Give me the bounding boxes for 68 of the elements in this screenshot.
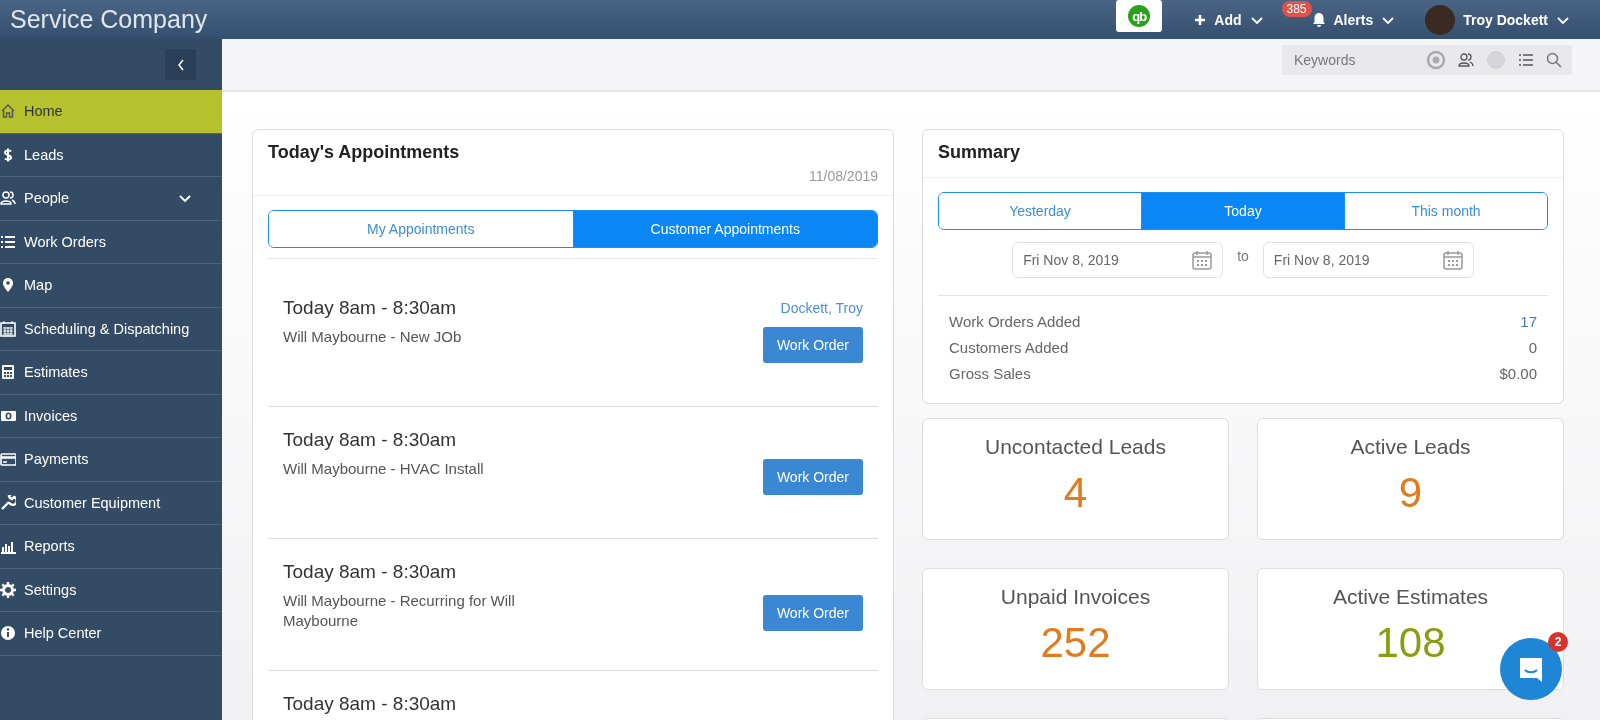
calendar-icon	[1442, 250, 1463, 270]
info-icon	[0, 625, 16, 642]
alerts-button[interactable]: Alerts	[1311, 11, 1396, 28]
range-separator: to	[1237, 247, 1249, 264]
list-icon[interactable]	[1518, 51, 1534, 68]
appointment-description: Will Maybourne - HVAC Install	[283, 459, 485, 479]
card-title: Today's Appointments	[268, 142, 461, 163]
chat-icon	[1518, 655, 1544, 683]
bell-icon	[1311, 12, 1326, 27]
add-button[interactable]: Add	[1194, 11, 1264, 28]
stat-label: Uncontacted Leads	[985, 435, 1166, 459]
chevron-left-icon	[175, 58, 186, 71]
avatar	[1425, 4, 1456, 35]
search-icon[interactable]	[1546, 51, 1562, 68]
sidebar-item[interactable]: Home	[0, 90, 222, 134]
plus-icon	[1194, 13, 1207, 26]
appointments-date: 11/08/2019	[807, 167, 878, 186]
calendar-icon	[0, 320, 16, 337]
alert-count-badge: 385	[1281, 0, 1312, 17]
people-icon[interactable]	[1458, 51, 1474, 68]
credit-card-icon	[0, 451, 16, 468]
radio-icon[interactable]	[1486, 49, 1506, 70]
logo-icon: qb	[1128, 5, 1151, 27]
people-icon	[0, 190, 16, 207]
date-field[interactable]: Fri Nov 8, 2019	[1262, 242, 1474, 278]
summary-value-link[interactable]: 17	[1520, 309, 1537, 335]
appointment-time: Today 8am - 8:30am	[283, 429, 458, 451]
stat-label: Active Leads	[1350, 435, 1471, 459]
stat-label: Active Estimates	[1332, 585, 1489, 609]
list-icon	[0, 233, 16, 250]
stat-card[interactable]: Unpaid Invoices 252	[922, 568, 1229, 690]
assignee-link[interactable]: Dockett, Troy	[780, 300, 863, 316]
summary-label: Customers Added	[949, 338, 1069, 358]
work-order-button[interactable]: Work Order	[762, 327, 863, 363]
summary-label: Gross Sales	[949, 364, 1031, 384]
stat-value: 9	[1398, 469, 1423, 517]
work-order-button[interactable]: Work Order	[762, 459, 863, 495]
stat-value: 4	[1063, 469, 1088, 517]
stat-card[interactable]: Active Leads 9	[1257, 418, 1564, 540]
appointment-description: Will Maybourne - New JOb	[283, 327, 463, 347]
summary-label: Work Orders Added	[949, 312, 1081, 332]
card-title: Summary	[938, 142, 1022, 163]
user-menu-button[interactable]: Troy Dockett	[1425, 4, 1570, 35]
period-tab[interactable]: This month	[1344, 193, 1547, 229]
radio-icon[interactable]	[1426, 49, 1446, 70]
summary-value: 0	[1528, 338, 1537, 358]
stat-label: Unpaid Invoices	[1000, 585, 1151, 609]
keyword-search-field[interactable]: Keywords	[1292, 50, 1414, 69]
appointments-tab[interactable]: Customer Appointments	[572, 211, 877, 247]
calendar-icon	[1192, 250, 1213, 270]
stat-card[interactable]: Uncontacted Leads 4	[922, 418, 1229, 540]
collapse-sidebar-button[interactable]	[165, 49, 196, 80]
calculator-icon	[0, 364, 16, 381]
appointment-description: Will Maybourne - Recurring for Will Maybourne	[283, 591, 516, 631]
map-pin-icon	[0, 277, 16, 294]
search-field[interactable]: Keywords	[1282, 44, 1572, 75]
appointment-time: Today 8am - 8:30am	[283, 297, 458, 319]
period-tab[interactable]: Today	[1141, 193, 1344, 229]
date-field[interactable]: Fri Nov 8, 2019	[1012, 242, 1224, 278]
app-title: Service Company	[10, 5, 209, 34]
appointment-time: Today 8am - 8:30am	[283, 561, 458, 583]
summary-value: $0.00	[1499, 364, 1537, 384]
stat-value: 252	[1040, 619, 1111, 667]
work-order-button[interactable]: Work Order	[762, 595, 863, 631]
gear-icon	[0, 581, 16, 598]
home-icon	[0, 103, 16, 120]
stat-value: 108	[1375, 619, 1446, 667]
appointment-time: Today 8am - 8:30am	[283, 693, 458, 715]
